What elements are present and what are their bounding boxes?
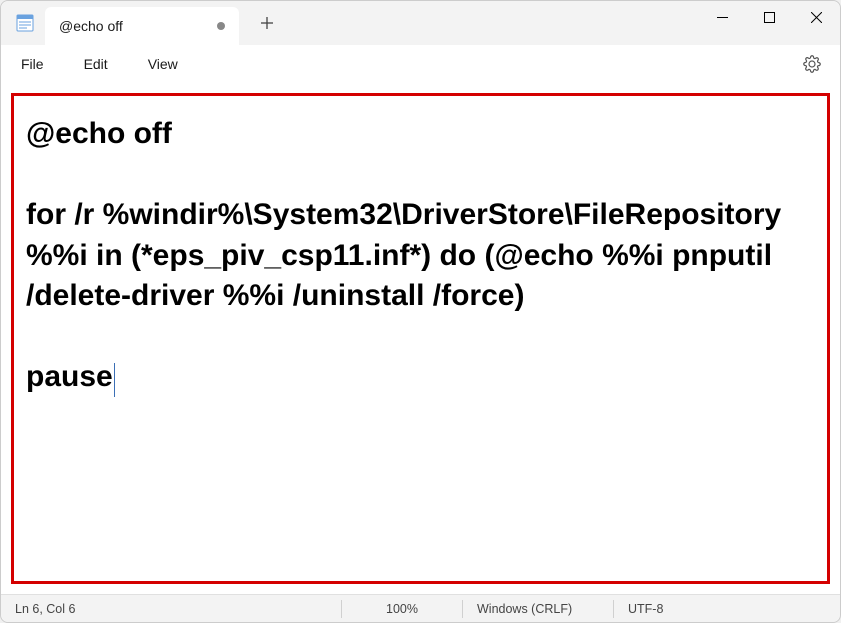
menu-edit[interactable]: Edit <box>76 52 116 76</box>
window-controls <box>699 1 840 45</box>
document-tab[interactable]: @echo off <box>45 7 239 45</box>
status-encoding[interactable]: UTF-8 <box>614 595 714 622</box>
text-cursor <box>114 363 115 397</box>
notepad-window: @echo off File Edit <box>0 0 841 623</box>
status-zoom[interactable]: 100% <box>342 595 462 622</box>
statusbar: Ln 6, Col 6 100% Windows (CRLF) UTF-8 <box>1 594 840 622</box>
editor-content[interactable]: @echo off for /r %windir%\System32\Drive… <box>26 117 790 393</box>
notepad-app-icon <box>15 13 35 33</box>
status-cursor-position[interactable]: Ln 6, Col 6 <box>1 595 341 622</box>
editor-area[interactable]: @echo off for /r %windir%\System32\Drive… <box>1 83 840 594</box>
new-tab-button[interactable] <box>249 5 285 41</box>
maximize-button[interactable] <box>746 1 793 33</box>
tab-modified-indicator <box>217 22 225 30</box>
close-button[interactable] <box>793 1 840 33</box>
settings-button[interactable] <box>796 48 828 80</box>
menubar: File Edit View <box>1 45 840 83</box>
status-line-ending[interactable]: Windows (CRLF) <box>463 595 613 622</box>
titlebar: @echo off <box>1 1 840 45</box>
gear-icon <box>803 55 821 73</box>
minimize-button[interactable] <box>699 1 746 33</box>
menu-file[interactable]: File <box>13 52 52 76</box>
highlight-annotation: @echo off for /r %windir%\System32\Drive… <box>11 93 830 584</box>
tab-title: @echo off <box>59 18 123 34</box>
menu-view[interactable]: View <box>140 52 186 76</box>
